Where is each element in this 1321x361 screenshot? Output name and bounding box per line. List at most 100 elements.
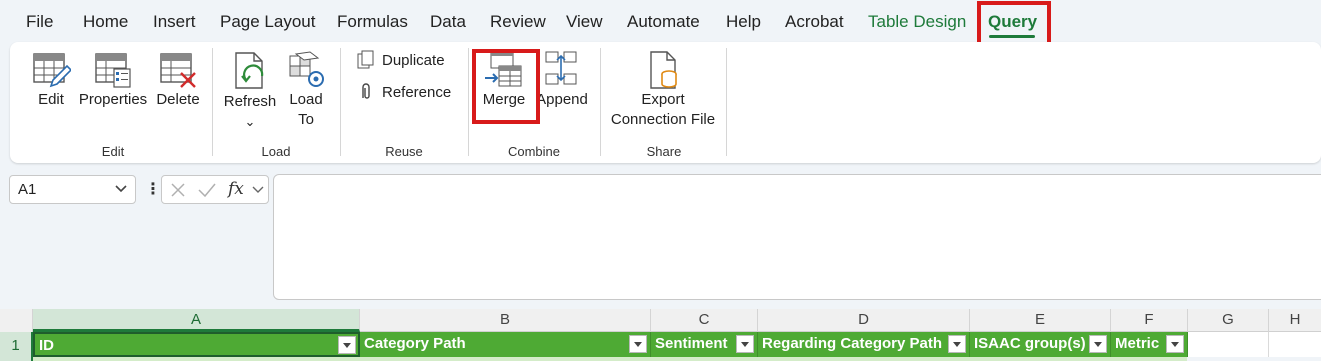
export-connection-icon bbox=[650, 51, 677, 89]
refresh-button[interactable]: Refresh ⌄ bbox=[222, 50, 278, 132]
group-label-reuse: Reuse bbox=[385, 144, 423, 159]
tab-query[interactable]: Query bbox=[988, 12, 1037, 32]
edit-button[interactable]: Edit bbox=[28, 50, 74, 110]
confirm-check-icon[interactable] bbox=[198, 182, 216, 198]
delete-button[interactable]: Delete bbox=[154, 50, 202, 110]
refresh-label: Refresh bbox=[223, 93, 277, 110]
select-all-corner[interactable] bbox=[0, 309, 33, 332]
duplicate-label: Duplicate bbox=[382, 51, 445, 69]
group-divider bbox=[212, 48, 213, 156]
tab-table-design[interactable]: Table Design bbox=[868, 12, 966, 32]
group-divider bbox=[340, 48, 341, 156]
tab-automate[interactable]: Automate bbox=[627, 12, 700, 32]
filter-dropdown-icon[interactable] bbox=[1089, 335, 1107, 353]
refresh-icon bbox=[235, 52, 264, 89]
group-divider bbox=[726, 48, 727, 156]
table-header-cell-id[interactable]: ID bbox=[33, 332, 360, 357]
duplicate-button[interactable]: Duplicate bbox=[356, 50, 445, 70]
active-tab-underline bbox=[989, 35, 1035, 38]
load-to-button[interactable]: Load To bbox=[284, 50, 328, 130]
filter-dropdown-icon[interactable] bbox=[629, 335, 647, 353]
export-label-line1: Export bbox=[641, 91, 685, 108]
table-properties-icon bbox=[95, 53, 131, 88]
tab-insert[interactable]: Insert bbox=[153, 12, 196, 32]
tab-page-layout[interactable]: Page Layout bbox=[220, 12, 315, 32]
reference-label: Reference bbox=[382, 83, 452, 101]
reference-button[interactable]: Reference bbox=[356, 82, 451, 102]
table-edit-icon bbox=[33, 53, 71, 88]
column-header-c[interactable]: C bbox=[651, 309, 758, 332]
formula-controls: fx bbox=[161, 175, 269, 204]
chevron-down-icon[interactable] bbox=[115, 182, 127, 196]
column-header-d[interactable]: D bbox=[758, 309, 970, 332]
table-header-cell-isaac-groups[interactable]: ISAAC group(s) bbox=[970, 332, 1111, 357]
cell-h1[interactable] bbox=[1269, 332, 1321, 357]
merge-icon bbox=[485, 51, 522, 87]
group-divider bbox=[600, 48, 601, 156]
load-to-label-line2: To bbox=[298, 111, 314, 128]
group-divider bbox=[468, 48, 469, 156]
group-label-edit: Edit bbox=[101, 144, 125, 159]
export-label-line2: Connection File bbox=[610, 111, 716, 128]
filter-dropdown-icon[interactable] bbox=[338, 336, 356, 354]
chevron-down-icon[interactable] bbox=[252, 185, 264, 195]
tab-view[interactable]: View bbox=[566, 12, 603, 32]
column-headers: A B C D E F G H bbox=[0, 309, 1321, 332]
duplicate-icon bbox=[357, 50, 374, 69]
tab-file[interactable]: File bbox=[26, 12, 53, 32]
column-header-h[interactable]: H bbox=[1269, 309, 1321, 332]
tab-home[interactable]: Home bbox=[83, 12, 128, 32]
name-box[interactable]: A1 bbox=[9, 175, 136, 204]
filter-dropdown-icon[interactable] bbox=[1166, 335, 1184, 353]
table-delete-icon bbox=[160, 53, 196, 88]
tab-data[interactable]: Data bbox=[430, 12, 466, 32]
header-label-isaac-groups: ISAAC group(s) bbox=[974, 335, 1086, 352]
more-options-icon[interactable]: ⋮ bbox=[145, 179, 161, 199]
column-header-f[interactable]: F bbox=[1111, 309, 1188, 332]
properties-label: Properties bbox=[78, 91, 148, 108]
filter-dropdown-icon[interactable] bbox=[948, 335, 966, 353]
column-header-e[interactable]: E bbox=[970, 309, 1111, 332]
cancel-icon[interactable] bbox=[170, 182, 186, 198]
tab-acrobat[interactable]: Acrobat bbox=[785, 12, 844, 32]
header-label-metric: Metric bbox=[1115, 335, 1160, 352]
properties-button[interactable]: Properties bbox=[78, 50, 148, 110]
append-icon bbox=[545, 51, 577, 85]
load-to-icon bbox=[289, 51, 324, 87]
tab-formulas[interactable]: Formulas bbox=[337, 12, 408, 32]
append-button[interactable]: Append bbox=[532, 50, 592, 110]
menu-bar: File Home Insert Page Layout Formulas Da… bbox=[0, 0, 1321, 44]
row-2-band bbox=[33, 357, 1187, 361]
group-label-share: Share bbox=[646, 144, 682, 159]
column-header-g[interactable]: G bbox=[1188, 309, 1269, 332]
export-connection-file-button[interactable]: Export Connection File bbox=[608, 50, 718, 130]
paperclip-icon bbox=[362, 83, 370, 99]
group-label-combine: Combine bbox=[507, 144, 561, 159]
insert-function-icon[interactable]: fx bbox=[228, 179, 244, 199]
cell-g1[interactable] bbox=[1188, 332, 1269, 357]
table-header-cell-category-path[interactable]: Category Path bbox=[360, 332, 651, 357]
merge-button[interactable]: Merge bbox=[478, 50, 530, 110]
column-header-b[interactable]: B bbox=[360, 309, 651, 332]
tab-help[interactable]: Help bbox=[726, 12, 761, 32]
filter-dropdown-icon[interactable] bbox=[736, 335, 754, 353]
header-label-sentiment: Sentiment bbox=[655, 335, 728, 352]
column-header-a[interactable]: A bbox=[33, 309, 360, 332]
ribbon: Edit Properties Delete Edit Refresh ⌄ Lo… bbox=[10, 42, 1321, 163]
row-header-1[interactable]: 1 bbox=[0, 332, 33, 361]
table-header-cell-metric[interactable]: Metric bbox=[1111, 332, 1188, 357]
edit-label: Edit bbox=[38, 91, 64, 108]
name-box-value: A1 bbox=[18, 181, 37, 198]
refresh-chevron-icon[interactable]: ⌄ bbox=[245, 114, 256, 129]
merge-label: Merge bbox=[482, 91, 526, 108]
group-label-load: Load bbox=[261, 144, 291, 159]
table-header-cell-regarding-category-path[interactable]: Regarding Category Path bbox=[758, 332, 970, 357]
header-label-id: ID bbox=[39, 337, 54, 354]
delete-label: Delete bbox=[156, 91, 200, 108]
table-header-cell-sentiment[interactable]: Sentiment bbox=[651, 332, 758, 357]
load-to-label-line1: Load bbox=[289, 91, 323, 108]
tab-review[interactable]: Review bbox=[490, 12, 546, 32]
header-label-regarding-category-path: Regarding Category Path bbox=[762, 335, 943, 352]
formula-input[interactable] bbox=[273, 174, 1321, 300]
append-label: Append bbox=[536, 91, 588, 108]
